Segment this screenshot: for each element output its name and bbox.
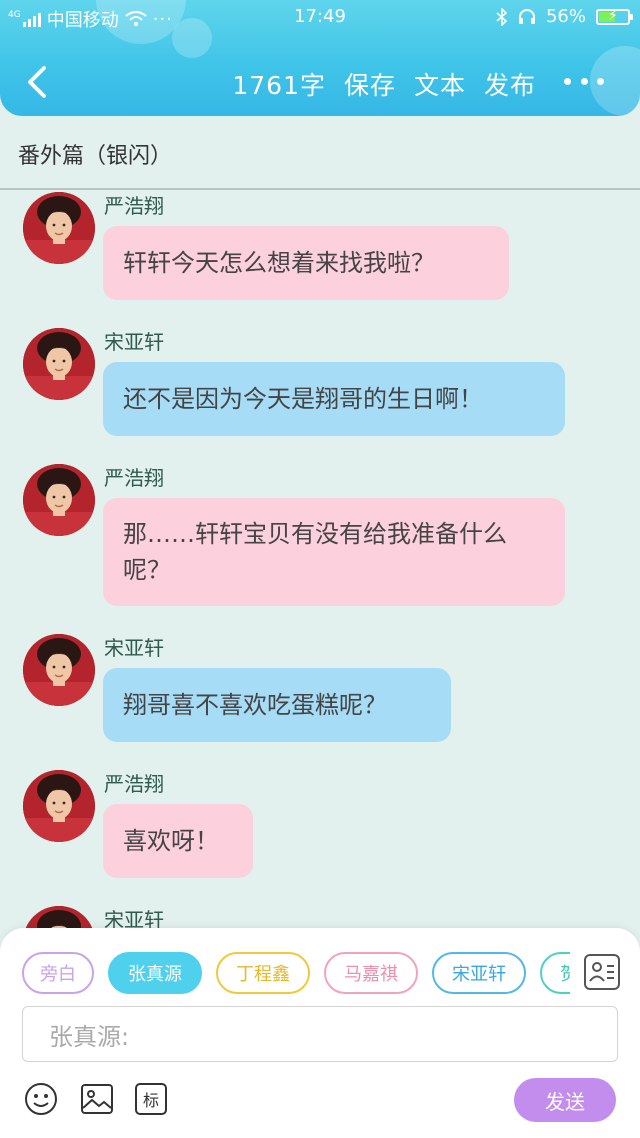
text-button[interactable]: 文本 <box>414 66 466 102</box>
avatar[interactable] <box>23 770 95 842</box>
save-button[interactable]: 保存 <box>344 66 396 102</box>
input-placeholder: 张真源: <box>49 1022 130 1051</box>
more-menu-button[interactable] <box>564 66 604 96</box>
battery-percent: 56% <box>545 6 586 27</box>
contact-card-icon[interactable] <box>584 954 620 990</box>
speaker-name: 宋亚轩 <box>104 908 164 930</box>
image-icon <box>81 1084 113 1114</box>
character-selector[interactable]: 旁白 张真源 丁程鑫 马嘉祺 宋亚轩 贺 <box>22 952 570 996</box>
character-chip[interactable]: 丁程鑫 <box>216 952 310 994</box>
battery-icon: ⚡ <box>596 8 633 25</box>
message-bubble[interactable]: 翔哥喜不喜欢吃蛋糕呢？ <box>103 668 451 742</box>
avatar[interactable] <box>23 634 95 706</box>
chevron-left-icon <box>28 66 46 98</box>
speaker-name: 宋亚轩 <box>104 330 164 354</box>
avatar[interactable] <box>23 192 95 264</box>
chat-list[interactable]: 严浩翔 轩轩今天怎么想着来找我啦？ 宋亚轩 还不是因为今天是翔哥的生日啊！ 严浩… <box>0 190 640 930</box>
avatar[interactable] <box>23 464 95 536</box>
character-chip[interactable]: 旁白 <box>22 952 94 994</box>
emoji-button[interactable] <box>24 1082 58 1116</box>
speaker-name: 严浩翔 <box>104 466 164 490</box>
speaker-name: 宋亚轩 <box>104 636 164 660</box>
mark-button[interactable]: 标 <box>134 1082 168 1116</box>
image-button[interactable] <box>80 1082 114 1116</box>
message-bubble[interactable]: 那……轩轩宝贝有没有给我准备什么呢？ <box>103 498 565 606</box>
message-bubble[interactable]: 轩轩今天怎么想着来找我啦？ <box>103 226 509 300</box>
message-bubble[interactable]: 还不是因为今天是翔哥的生日啊！ <box>103 362 565 436</box>
smiley-icon <box>25 1083 57 1115</box>
character-chip[interactable]: 宋亚轩 <box>432 952 526 994</box>
message-input[interactable]: 张真源: <box>22 1006 618 1062</box>
top-bar: 1761字 保存 文本 发布 <box>0 54 640 110</box>
avatar[interactable] <box>23 906 95 930</box>
character-chip[interactable]: 马嘉祺 <box>324 952 418 994</box>
story-title: 番外篇（银闪） <box>18 144 173 169</box>
avatar[interactable] <box>23 328 95 400</box>
status-bar: 4G 中国移动 ··· 17:49 56% ⚡ <box>0 0 640 36</box>
story-title-bar[interactable]: 番外篇（银闪） <box>0 116 640 190</box>
send-button[interactable]: 发送 <box>514 1078 616 1122</box>
bluetooth-icon <box>496 7 508 26</box>
message-bubble[interactable]: 喜欢呀！ <box>103 804 253 878</box>
speaker-name: 严浩翔 <box>104 772 164 796</box>
speaker-name: 严浩翔 <box>104 194 164 218</box>
headset-icon <box>518 8 535 24</box>
mark-label: 标 <box>142 1091 159 1110</box>
word-count: 1761字 <box>232 71 326 100</box>
character-chip[interactable]: 贺 <box>540 952 570 994</box>
back-button[interactable] <box>22 64 54 100</box>
character-chip-selected[interactable]: 张真源 <box>108 952 202 994</box>
app-header: 4G 中国移动 ··· 17:49 56% ⚡ 1761字 保存 文本 发布 <box>0 0 640 116</box>
publish-button[interactable]: 发布 <box>484 66 536 102</box>
